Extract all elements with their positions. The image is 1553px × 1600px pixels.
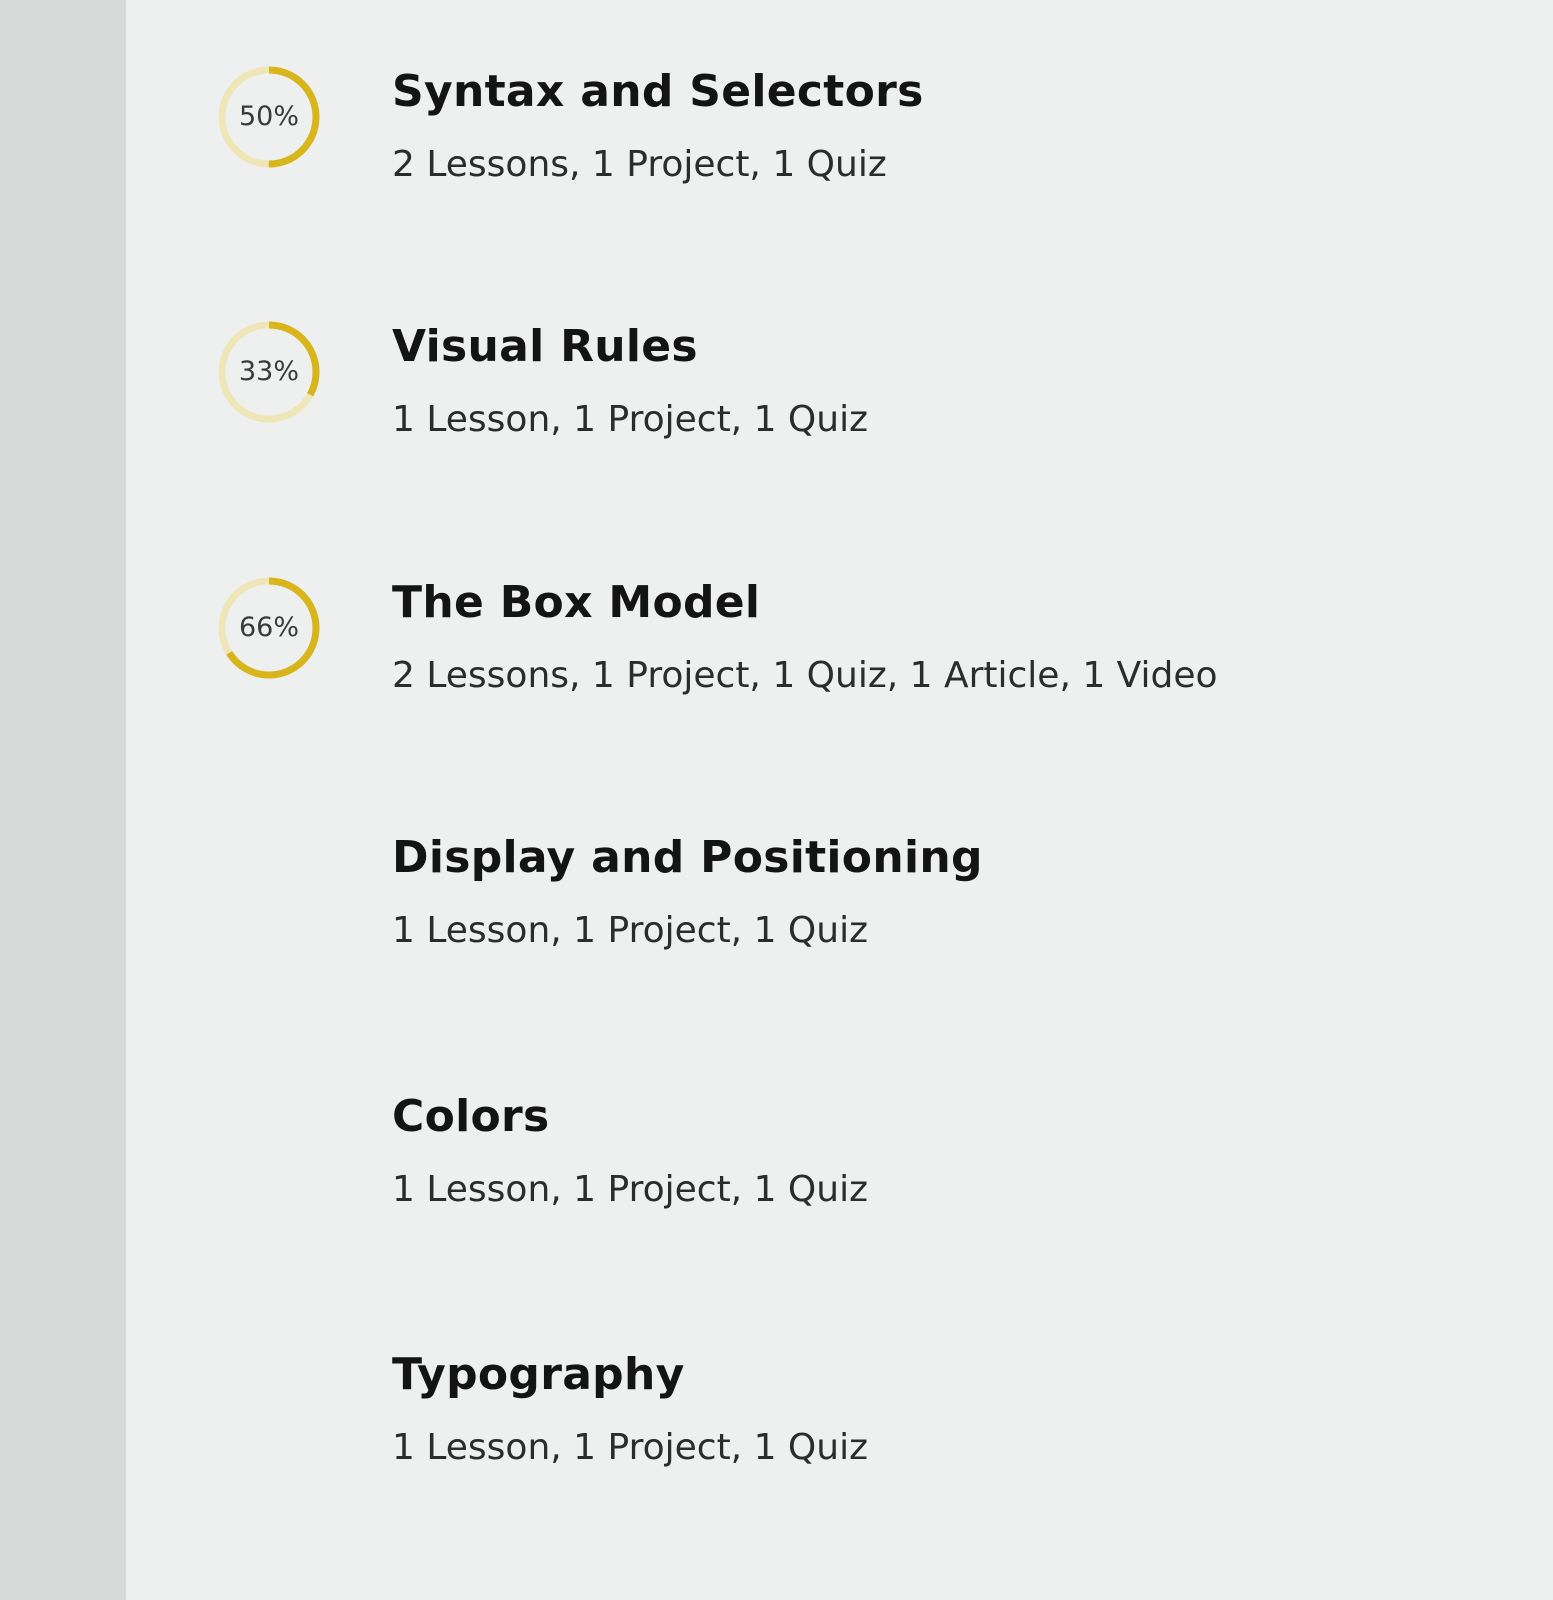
module-item-typography[interactable]: Typography 1 Lesson, 1 Project, 1 Quiz — [126, 1335, 1553, 1495]
module-item-visual-rules[interactable]: 33% Visual Rules 1 Lesson, 1 Project, 1 … — [126, 307, 1553, 467]
module-contents: 1 Lesson, 1 Project, 1 Quiz — [392, 910, 868, 951]
module-item-display-and-positioning[interactable]: Display and Positioning 1 Lesson, 1 Proj… — [126, 818, 1553, 978]
module-title[interactable]: Colors — [392, 1091, 550, 1142]
module-contents: 2 Lessons, 1 Project, 1 Quiz, 1 Article,… — [392, 655, 1218, 696]
module-title[interactable]: The Box Model — [392, 577, 760, 628]
progress-ring: 66% — [214, 573, 324, 683]
course-syllabus-page: 50% Syntax and Selectors 2 Lessons, 1 Pr… — [0, 0, 1553, 1600]
left-margin — [0, 0, 126, 1600]
module-item-syntax-and-selectors[interactable]: 50% Syntax and Selectors 2 Lessons, 1 Pr… — [126, 52, 1553, 212]
module-item-the-box-model[interactable]: 66% The Box Model 2 Lessons, 1 Project, … — [126, 563, 1553, 723]
module-contents: 2 Lessons, 1 Project, 1 Quiz — [392, 144, 887, 185]
progress-percent: 33% — [238, 356, 299, 387]
progress-percent: 50% — [238, 101, 299, 132]
progress-ring: 50% — [214, 62, 324, 172]
module-list: 50% Syntax and Selectors 2 Lessons, 1 Pr… — [126, 0, 1553, 1600]
module-title[interactable]: Typography — [392, 1349, 685, 1400]
module-contents: 1 Lesson, 1 Project, 1 Quiz — [392, 399, 868, 440]
module-title[interactable]: Visual Rules — [392, 321, 698, 372]
module-item-colors[interactable]: Colors 1 Lesson, 1 Project, 1 Quiz — [126, 1077, 1553, 1237]
module-contents: 1 Lesson, 1 Project, 1 Quiz — [392, 1427, 868, 1468]
module-title[interactable]: Display and Positioning — [392, 832, 983, 883]
module-title[interactable]: Syntax and Selectors — [392, 66, 924, 117]
module-contents: 1 Lesson, 1 Project, 1 Quiz — [392, 1169, 868, 1210]
progress-ring: 33% — [214, 317, 324, 427]
progress-percent: 66% — [238, 612, 299, 643]
